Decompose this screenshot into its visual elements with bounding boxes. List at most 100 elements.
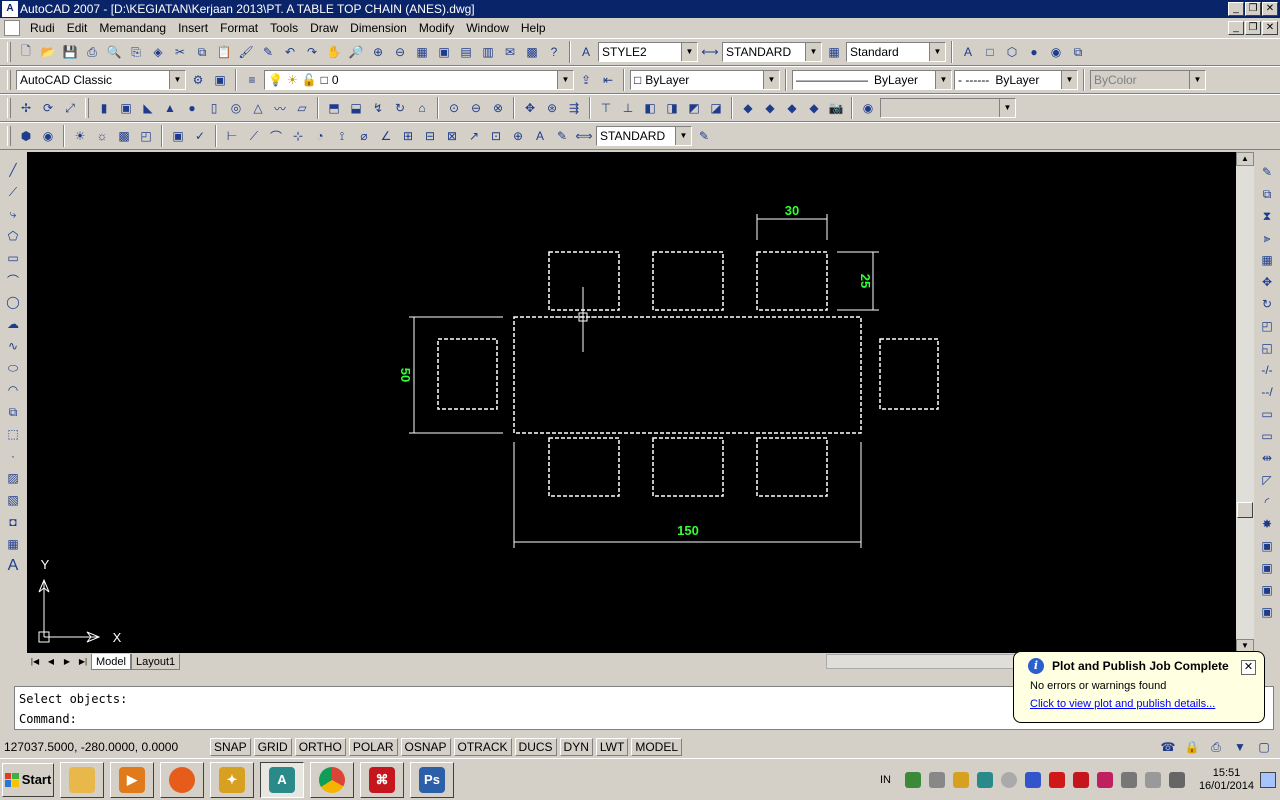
model-toggle[interactable]: MODEL — [631, 738, 683, 756]
copy-object-icon[interactable]: ⧉ — [1257, 184, 1277, 204]
trim-icon[interactable]: -/- — [1257, 360, 1277, 380]
3d-rotate-icon[interactable]: ⊛ — [542, 98, 562, 118]
utility-tray-icon[interactable] — [952, 771, 969, 788]
color-dropdown[interactable]: □ ByLayer ▼ — [630, 70, 780, 90]
security-tray-icon[interactable] — [1096, 771, 1113, 788]
3d-align-icon[interactable]: ⇶ — [564, 98, 584, 118]
nw-iso-icon[interactable]: ◆ — [804, 98, 824, 118]
table-style-icon[interactable]: ▦ — [824, 42, 844, 62]
linetype-dropdown[interactable]: —————— ByLayer ▼ — [792, 70, 952, 90]
union-icon[interactable]: ⊙ — [444, 98, 464, 118]
arc-icon[interactable]: ⌒ — [3, 270, 23, 290]
quick-leader-icon[interactable]: ↗ — [464, 126, 484, 146]
drawing-canvas[interactable]: 30 25 50 150 Y X — [27, 152, 1236, 653]
dimension-text-edit-icon[interactable]: ✎ — [552, 126, 572, 146]
move-icon[interactable]: ✥ — [1257, 272, 1277, 292]
circle-icon[interactable]: ◯ — [3, 292, 23, 312]
ellipse-arc-icon[interactable]: ◠ — [3, 380, 23, 400]
make-block-icon[interactable]: ⬚ — [3, 424, 23, 444]
print-icon[interactable]: ⎙ — [82, 42, 102, 62]
extrude-icon[interactable]: ⬒ — [324, 98, 344, 118]
jogged-icon[interactable]: ⟟ — [332, 126, 352, 146]
pyramid-icon[interactable]: △ — [248, 98, 268, 118]
draworder-under-icon[interactable]: ▣ — [1257, 602, 1277, 622]
cylinder-icon[interactable]: ▯ — [204, 98, 224, 118]
last-tab-icon[interactable]: ▶| — [75, 654, 91, 669]
dyn-toggle[interactable]: DYN — [559, 738, 593, 756]
zoom-window-icon[interactable]: ⊕ — [368, 42, 388, 62]
loft-icon[interactable]: ⌂ — [412, 98, 432, 118]
radius-icon[interactable]: ◔ — [310, 126, 330, 146]
zoom-previous-icon[interactable]: ⊖ — [390, 42, 410, 62]
spline-icon[interactable]: ∿ — [3, 336, 23, 356]
diameter-icon[interactable]: ⌀ — [354, 126, 374, 146]
box-solid-icon[interactable]: ▣ — [116, 98, 136, 118]
tab-model[interactable]: Model — [91, 653, 131, 670]
revolve-icon[interactable]: ↻ — [390, 98, 410, 118]
ordinate-icon[interactable]: ⊹ — [288, 126, 308, 146]
chair-top-1[interactable] — [548, 251, 620, 311]
menu-item-dimension[interactable]: Dimension — [344, 18, 413, 38]
toolbar-grip[interactable] — [85, 98, 89, 118]
chair-bottom-2[interactable] — [652, 437, 724, 497]
block-editor-icon[interactable]: ✎ — [258, 42, 278, 62]
continue-icon[interactable]: ⊠ — [442, 126, 462, 146]
taskbar-photoshop[interactable]: Ps — [410, 761, 454, 798]
scroll-up-icon[interactable]: ▲ — [1236, 152, 1254, 166]
hatch-icon[interactable]: ▨ — [3, 468, 23, 488]
close-button[interactable]: ✕ — [1262, 2, 1278, 16]
region-icon[interactable]: ⬢ — [16, 126, 36, 146]
3d-dwf-icon[interactable]: ◈ — [148, 42, 168, 62]
pan-icon[interactable]: ✋ — [324, 42, 344, 62]
camera-icon[interactable]: 📷 — [826, 98, 846, 118]
sweep-icon[interactable]: ↯ — [368, 98, 388, 118]
left-view-icon[interactable]: ◧ — [640, 98, 660, 118]
3d-orbit-icon[interactable]: ✢ — [16, 98, 36, 118]
redo-icon[interactable]: ↷ — [302, 42, 322, 62]
autocad-app-icon[interactable]: A — [2, 1, 18, 17]
document-icon[interactable] — [4, 20, 20, 36]
ati-icon[interactable] — [1048, 771, 1065, 788]
doc-close-button[interactable]: ✕ — [1262, 21, 1278, 35]
revision-cloud-icon[interactable]: ☁ — [3, 314, 23, 334]
chevron-down-icon[interactable]: ▼ — [1061, 71, 1077, 89]
open-icon[interactable]: 📂 — [38, 42, 58, 62]
show-desktop-icon[interactable] — [1260, 771, 1276, 788]
baseline-icon[interactable]: ⊟ — [420, 126, 440, 146]
offset-icon[interactable]: ⫸ — [1257, 228, 1277, 248]
my-workspace-icon[interactable]: ▣ — [210, 70, 230, 90]
toolbar-grip[interactable] — [7, 98, 11, 118]
point-icon[interactable]: · — [3, 446, 23, 466]
sheet-set-icon[interactable]: ▥ — [478, 42, 498, 62]
acrobat-tray-icon[interactable] — [1072, 771, 1089, 788]
cone-icon[interactable]: ▲ — [160, 98, 180, 118]
3d-box-icon[interactable]: ⬡ — [1002, 42, 1022, 62]
back-view-icon[interactable]: ◪ — [706, 98, 726, 118]
tool-palettes-icon[interactable]: ▤ — [456, 42, 476, 62]
chamfer-icon[interactable]: ◸ — [1257, 470, 1277, 490]
light-icon[interactable]: ☀ — [70, 126, 90, 146]
dimension-update-icon[interactable]: ⟺ — [574, 126, 594, 146]
break-at-point-icon[interactable]: ▭ — [1257, 404, 1277, 424]
materials-editor-icon[interactable]: ▩ — [114, 126, 134, 146]
array-icon[interactable]: ▦ — [1257, 250, 1277, 270]
render-material-icon[interactable]: ◉ — [38, 126, 58, 146]
copy-icon[interactable]: ⧉ — [192, 42, 212, 62]
properties-icon[interactable]: ▦ — [412, 42, 432, 62]
dim-style-dropdown[interactable]: STANDARD ▼ — [722, 42, 822, 62]
chair-top-3[interactable] — [756, 251, 828, 311]
chevron-down-icon[interactable]: ▼ — [763, 71, 779, 89]
named-view-icon[interactable]: ◉ — [858, 98, 878, 118]
lineweight-dropdown[interactable]: - ------ ByLayer ▼ — [954, 70, 1078, 90]
dim-style-dropdown-2[interactable]: STANDARD ▼ — [596, 126, 692, 146]
chevron-down-icon[interactable]: ▼ — [681, 43, 697, 61]
text-style-dropdown[interactable]: STYLE2 ▼ — [598, 42, 698, 62]
power-icon[interactable] — [1144, 771, 1161, 788]
workspace-dropdown[interactable]: AutoCAD Classic ▼ — [16, 70, 186, 90]
chair-right[interactable] — [879, 338, 939, 410]
first-tab-icon[interactable]: |◀ — [27, 654, 43, 669]
toolbar-grip[interactable] — [7, 42, 11, 62]
join-icon[interactable]: ⇹ — [1257, 448, 1277, 468]
lwt-toggle[interactable]: LWT — [595, 738, 629, 756]
menu-item-help[interactable]: Help — [515, 18, 552, 38]
